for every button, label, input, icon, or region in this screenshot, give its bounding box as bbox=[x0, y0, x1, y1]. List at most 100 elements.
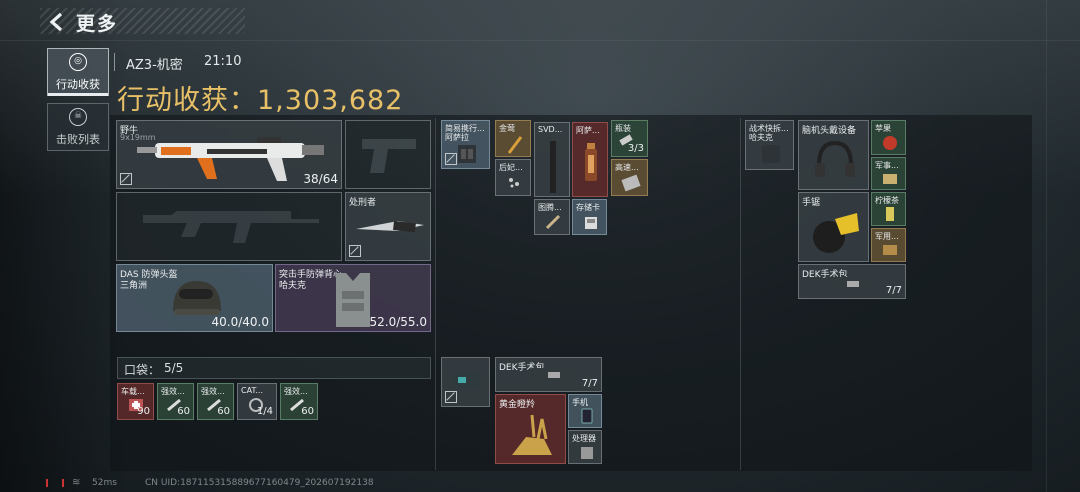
pocket-item-name: 车载... bbox=[121, 387, 145, 396]
lock-icon bbox=[445, 391, 457, 403]
phone-icon bbox=[581, 408, 593, 424]
tab-kill-list-label: 击败列表 bbox=[56, 132, 100, 146]
saw-icon bbox=[813, 213, 859, 253]
loot-item[interactable]: 柠檬茶 bbox=[871, 192, 906, 226]
tab-haul[interactable]: ◎ 行动收获 bbox=[47, 48, 109, 96]
chest-rig-icon bbox=[458, 145, 476, 163]
item-qty: 7/7 bbox=[885, 285, 902, 296]
helmet-slot[interactable]: DAS 防弹头盔 三角洲 40.0/40.0 bbox=[116, 264, 273, 332]
haul-value: 1,303,682 bbox=[257, 85, 404, 116]
loot-item[interactable]: 存储卡 bbox=[572, 199, 607, 235]
armor-durability: 52.0/55.0 bbox=[369, 315, 427, 329]
skull-icon: ☠ bbox=[69, 107, 87, 126]
helmet-brand: 三角洲 bbox=[120, 281, 148, 291]
lock-icon bbox=[445, 153, 457, 165]
ping-value: 52ms bbox=[92, 478, 117, 488]
lock-icon bbox=[349, 245, 361, 257]
pocket-item-name: 强效... bbox=[161, 387, 185, 396]
loot-item[interactable]: DEK手术包 7/7 bbox=[495, 357, 602, 392]
item-qty: 3/3 bbox=[627, 143, 644, 154]
map-name: AZ3-机密 bbox=[126, 58, 183, 73]
backpack-slot[interactable] bbox=[441, 357, 490, 407]
loot-item[interactable]: DEK手术包 7/7 bbox=[798, 264, 906, 299]
pocket-item[interactable]: 强效... 60 bbox=[157, 383, 194, 420]
pocket-label: 口袋： bbox=[124, 363, 161, 377]
loot-item[interactable]: 金莺 bbox=[495, 120, 531, 157]
item-name: 阿萨... bbox=[576, 126, 600, 135]
surgery-kit-icon bbox=[530, 368, 576, 382]
item-name: SVD... bbox=[538, 125, 563, 134]
pocket-item-qty: 1/4 bbox=[256, 406, 273, 417]
loot-item[interactable]: 图腾... bbox=[534, 199, 570, 235]
status-footer: ≋ 52ms CN UID:18711531588967716047​9_202… bbox=[0, 476, 1080, 492]
pocket-item-qty: 90 bbox=[137, 406, 150, 417]
bg-grid-line bbox=[1046, 0, 1047, 492]
backpack-icon bbox=[762, 145, 780, 163]
loot-item[interactable]: 后妃... bbox=[495, 159, 531, 196]
gold-gazelle-icon bbox=[512, 414, 552, 455]
pocket-item-name: 强效... bbox=[284, 387, 308, 396]
melee-slot[interactable]: 处刑者 bbox=[345, 192, 431, 261]
pocket-header: 口袋： 5/5 bbox=[117, 357, 431, 379]
pocket-item-name: CAT... bbox=[241, 386, 264, 395]
melee-name: 处刑者 bbox=[349, 198, 377, 208]
pocket-item-qty: 60 bbox=[301, 406, 314, 417]
back-arrow-icon[interactable] bbox=[46, 11, 68, 33]
ration-icon bbox=[883, 174, 897, 184]
surgery-kit-icon bbox=[829, 277, 875, 291]
tab-haul-label: 行动收获 bbox=[56, 77, 100, 91]
knife-icon bbox=[356, 221, 424, 233]
apple-icon bbox=[883, 136, 897, 150]
pocket-item[interactable]: CAT... 1/4 bbox=[237, 383, 277, 420]
loot-item[interactable]: 军用... bbox=[871, 228, 906, 262]
lock-icon bbox=[120, 173, 132, 185]
primary-weapon-ammo: 38/64 bbox=[303, 172, 338, 186]
smg-icon bbox=[137, 137, 324, 181]
pocket-count: 5/5 bbox=[164, 361, 184, 375]
pocket-item-qty: 60 bbox=[217, 406, 230, 417]
loot-item[interactable]: 瓶装 3/3 bbox=[611, 120, 648, 157]
secondary-weapon-slot[interactable] bbox=[116, 192, 342, 261]
loot-item[interactable]: 军事... bbox=[871, 157, 906, 190]
loot-item[interactable]: 苹果 bbox=[871, 120, 906, 155]
pocket-item-name: 强效... bbox=[201, 387, 225, 396]
loot-item[interactable]: 脑机头戴设备 bbox=[798, 120, 869, 190]
column-divider bbox=[740, 118, 741, 470]
item-name: 后妃... bbox=[499, 163, 523, 172]
processor-icon bbox=[581, 447, 593, 459]
header-banner bbox=[40, 8, 245, 34]
primary-weapon-slot[interactable]: 野牛 9x19mm 38/64 bbox=[116, 120, 342, 189]
haul-total: 行动收获：1,303,682 bbox=[117, 78, 403, 117]
ration-icon bbox=[883, 245, 897, 255]
item-name: 高速... bbox=[615, 163, 639, 172]
loot-item[interactable]: 手机 bbox=[568, 394, 602, 428]
backpack-slot[interactable]: 战术快拆... 哈夫克 bbox=[745, 120, 794, 170]
pocket-item[interactable]: 车载... 90 bbox=[117, 383, 154, 420]
pocket-item[interactable]: 强效... 60 bbox=[280, 383, 318, 420]
haul-label: 行动收获： bbox=[117, 85, 257, 116]
loot-item[interactable]: 黄金瞪羚 bbox=[495, 394, 566, 464]
loot-item[interactable]: 手锯 bbox=[798, 192, 869, 262]
pocket-item-qty: 60 bbox=[177, 406, 190, 417]
chip-icon bbox=[621, 174, 641, 192]
tab-kill-list[interactable]: ☠ 击败列表 bbox=[47, 103, 109, 151]
uid-label: CN UID:18711531588967716047​9_2026071921… bbox=[145, 478, 374, 488]
item-qty: 7/7 bbox=[581, 378, 598, 389]
armor-slot[interactable]: 突击手防弹背心 哈夫克 52.0/55.0 bbox=[275, 264, 431, 332]
memory-card-icon bbox=[585, 217, 597, 229]
wifi-icon: ≋ bbox=[72, 477, 81, 488]
loot-item[interactable]: 阿萨... bbox=[572, 122, 608, 197]
gold-bird-icon bbox=[507, 136, 523, 154]
haul-icon: ◎ bbox=[69, 52, 87, 71]
pistol-slot[interactable] bbox=[345, 120, 431, 189]
armor-brand: 哈夫克 bbox=[279, 281, 307, 291]
loot-item[interactable]: 处理器 bbox=[568, 430, 602, 464]
jewelry-icon bbox=[509, 178, 519, 188]
rifle-icon bbox=[143, 211, 319, 243]
meta-divider bbox=[114, 53, 115, 71]
loot-item[interactable]: SVD... bbox=[534, 122, 570, 197]
chest-rig-slot[interactable]: 简易携行... 阿萨拉 bbox=[441, 120, 490, 169]
pocket-item[interactable]: 强效... 60 bbox=[197, 383, 234, 420]
column-divider bbox=[435, 118, 436, 470]
loot-item[interactable]: 高速... bbox=[611, 159, 648, 196]
